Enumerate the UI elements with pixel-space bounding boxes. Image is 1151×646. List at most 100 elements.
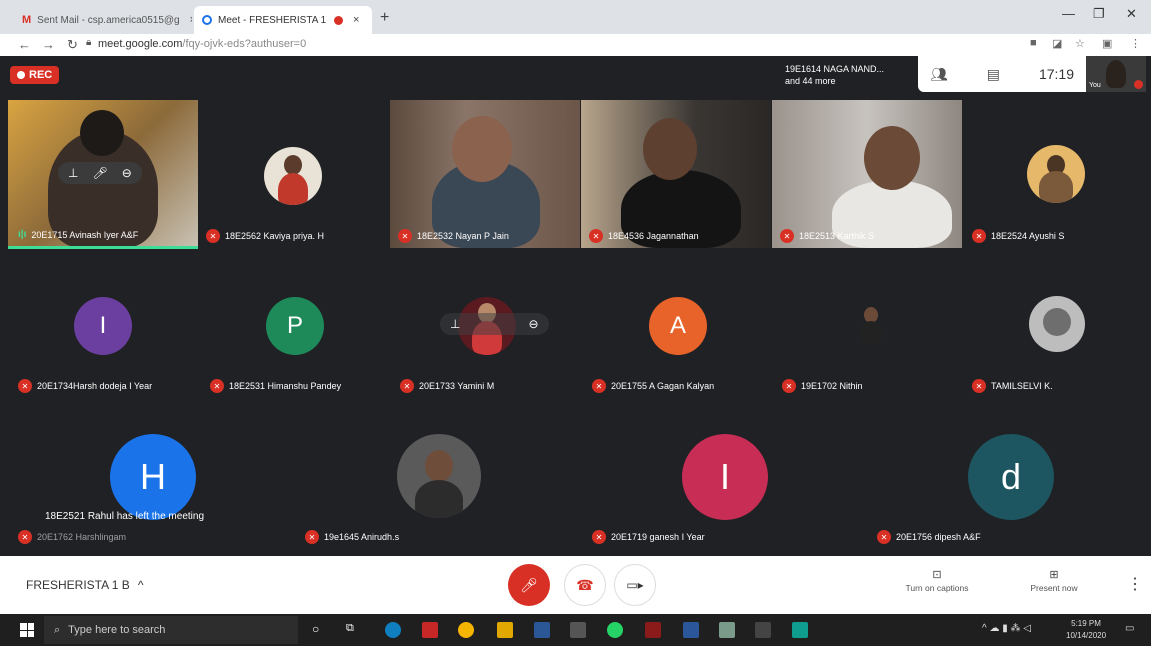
participant-name: 18E2532 Nayan P Jain	[417, 231, 509, 241]
system-tray-icons[interactable]: ^ ☁ ▮ ⁂ ◁	[982, 623, 1031, 634]
task-view-icon[interactable]: ⧉	[346, 622, 362, 638]
camera-toggle-button[interactable]: ▭▸	[614, 564, 656, 606]
participant-name-tag: ✕ 20E1734Harsh dodeja I Year	[18, 379, 152, 393]
system-clock[interactable]: 5:19 PM 10/14/2020	[1066, 618, 1106, 642]
mic-off-icon: ✕	[972, 229, 986, 243]
tab-gmail-label: Sent Mail - csp.america0515@g	[37, 14, 180, 26]
participant-avatar: d	[968, 434, 1054, 520]
bookmark-star-icon[interactable]: ☆	[1075, 37, 1085, 50]
windows-start-icon[interactable]	[20, 623, 34, 637]
tab-gmail[interactable]: M Sent Mail - csp.america0515@g ×	[14, 6, 192, 34]
gmail-icon: M	[22, 14, 32, 26]
participant-head	[80, 110, 124, 156]
browser-tab-strip: M Sent Mail - csp.america0515@g × Meet -…	[0, 0, 1151, 34]
tile-hover-controls: ⊥ ⊖	[440, 313, 549, 335]
acrobat-icon[interactable]	[422, 622, 438, 638]
minimize-button[interactable]: —	[1062, 6, 1075, 21]
back-icon[interactable]: ←	[18, 37, 31, 52]
app-icon[interactable]	[570, 622, 586, 638]
participant-name: 20E1756 dipesh A&F	[896, 532, 981, 542]
meeting-clock: 17:19	[1038, 66, 1074, 82]
mic-toggle-button[interactable]: 🎤︎	[508, 564, 550, 606]
participant-name: 18E2524 Ayushi S	[991, 231, 1065, 241]
participant-name-tag: ✕ 19E1702 Nithin	[782, 379, 863, 393]
close-tab-icon[interactable]: ×	[190, 14, 192, 26]
participant-name-tag: ✕ 20E1762 Harshlingam	[18, 530, 126, 544]
participant-tile[interactable]	[581, 100, 771, 248]
search-icon: ⌕	[54, 623, 61, 636]
participant-tile[interactable]	[390, 100, 580, 248]
file-explorer-icon[interactable]	[497, 622, 513, 638]
leave-call-button[interactable]: ☎	[564, 564, 606, 606]
self-label: You	[1089, 82, 1101, 89]
pin-icon[interactable]: ⊥	[68, 166, 78, 180]
remove-icon[interactable]: ⊖	[528, 317, 538, 331]
self-view-tile[interactable]: You	[1086, 56, 1146, 92]
participant-tile[interactable]	[772, 100, 962, 248]
chrome-icon[interactable]	[458, 622, 474, 638]
mic-off-icon: ✕	[592, 530, 606, 544]
captions-button[interactable]: ⊡ Turn on captions	[895, 568, 979, 593]
participant-name: 20E1734Harsh dodeja I Year	[37, 381, 153, 391]
meeting-name: FRESHERISTA 1 B	[26, 578, 130, 592]
participant-name-tag: ✕ 18E2532 Nayan P Jain	[398, 229, 509, 243]
url-field[interactable]: meet.google.com/fqy-ojvk-eds?authuser=0	[98, 38, 306, 50]
people-icon[interactable]: 👥︎	[930, 66, 948, 83]
participant-name: 20E1719 ganesh I Year	[611, 532, 705, 542]
remove-icon[interactable]: ⊖	[122, 166, 132, 180]
present-button[interactable]: ⊞ Present now	[1012, 568, 1096, 593]
tab-meet[interactable]: Meet - FRESHERISTA 1 B ×	[194, 6, 372, 34]
camera-extension-icon[interactable]: ■	[1030, 37, 1037, 49]
system-date: 10/14/2020	[1066, 631, 1107, 640]
close-window-button[interactable]: ✕	[1126, 6, 1137, 22]
mic-off-icon: ✕	[210, 379, 224, 393]
camera-icon: ▭▸	[626, 578, 644, 592]
speaking-icon: ı|ı	[18, 229, 27, 240]
participant-avatar: H	[110, 434, 196, 520]
taskbar-search[interactable]: ⌕ Type here to search	[44, 616, 298, 644]
record-dot-icon	[17, 71, 25, 79]
cortana-icon[interactable]: ○	[312, 622, 328, 638]
app-icon[interactable]	[645, 622, 661, 638]
participant-name: 19E1702 Nithin	[801, 381, 863, 391]
participant-name-tag: ✕ 18E2524 Ayushi S	[972, 229, 1064, 243]
chevron-up-icon: ^	[137, 578, 144, 592]
more-options-icon[interactable]: ⋮	[1127, 574, 1143, 594]
active-speaker-bar	[8, 246, 198, 249]
word-icon[interactable]	[683, 622, 699, 638]
participant-head	[643, 118, 697, 180]
participant-name-tag: ✕ 18E2513 Karthik S	[780, 229, 874, 243]
mic-off-icon: ✕	[305, 530, 319, 544]
edge-icon[interactable]	[385, 622, 401, 638]
app-icon[interactable]	[755, 622, 771, 638]
meeting-control-bar: FRESHERISTA 1 B ^ 🎤︎ ☎ ▭▸ ⊡ Turn on capt…	[0, 556, 1151, 614]
chrome-active-icon[interactable]	[719, 622, 735, 638]
notifications-icon[interactable]: ▭	[1125, 623, 1134, 634]
participant-name-tag: ı|ı 20E1715 Avinash Iyer A&F	[18, 229, 138, 240]
participant-name: 19e1645 Anirudh.s	[324, 532, 400, 542]
participant-name-tag: ✕ 18E2531 Himanshu Pandey	[210, 379, 341, 393]
meet-icon	[202, 15, 212, 25]
participant-tile[interactable]: ⊥ 🎤︎ ⊖	[8, 100, 198, 248]
reload-icon[interactable]: ↻	[67, 37, 78, 53]
hang-up-icon: ☎	[576, 576, 594, 593]
mic-icon[interactable]: 🎤︎	[92, 166, 107, 180]
chat-icon[interactable]: ▤	[987, 66, 1000, 83]
photoshop-icon[interactable]	[534, 622, 550, 638]
new-tab-button[interactable]: +	[380, 9, 389, 27]
forward-icon[interactable]: →	[42, 37, 55, 52]
captions-icon: ⊡	[932, 569, 942, 581]
whatsapp-icon[interactable]	[607, 622, 623, 638]
menu-kebab-icon[interactable]: ⋮	[1130, 37, 1141, 50]
participant-name: TAMILSELVI K.	[991, 381, 1053, 391]
windows-taskbar: ⌕ Type here to search ○ ⧉ ^ ☁ ▮ ⁂ ◁ 5:19…	[0, 614, 1151, 646]
close-tab-icon[interactable]: ×	[353, 14, 359, 26]
extension-icon[interactable]: ◪	[1052, 37, 1062, 50]
left-meeting-toast: 18E2521 Rahul has left the meeting	[45, 511, 204, 522]
pin-icon[interactable]: ⊥	[450, 317, 460, 331]
meeting-details-button[interactable]: FRESHERISTA 1 B ^	[26, 578, 143, 592]
maximize-button[interactable]: ❐	[1093, 6, 1105, 22]
app-icon[interactable]	[792, 622, 808, 638]
participant-name: 20E1715 Avinash Iyer A&F	[31, 229, 139, 240]
profile-icon[interactable]: ▣	[1102, 37, 1112, 50]
